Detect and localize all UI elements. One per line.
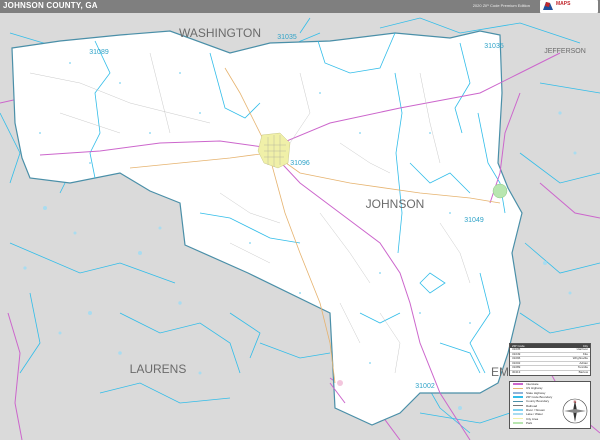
map-page: JOHNSON COUNTY, GA 2020 ZIP Code Premium… [0, 0, 600, 440]
county-label-laurens: LAURENS [130, 362, 187, 376]
legend-swatch [513, 391, 523, 394]
county-label-johnson: JOHNSON [366, 197, 425, 211]
zip-cell: 30413 [512, 369, 521, 374]
title-bar: JOHNSON COUNTY, GA 2020 ZIP Code Premium… [0, 0, 600, 13]
legend-swatch [513, 400, 523, 403]
zip-label: 31002 [415, 383, 435, 390]
kite-town-area [492, 183, 508, 199]
table-row: 30413 Bartow [510, 369, 590, 375]
legend-label: Park [526, 420, 533, 425]
legend-swatch [513, 417, 523, 420]
zip-label: 31035 [484, 43, 504, 50]
legend-swatch [513, 387, 523, 390]
legend-swatch [513, 404, 523, 407]
compass-rose-icon: N [562, 398, 588, 424]
legend-swatch [513, 383, 523, 385]
svg-text:N: N [574, 399, 577, 404]
publisher-logo: MAPS [540, 0, 598, 13]
zip-code-table: ZIP Code City 31035 Harrison 31049 Kite 31… [509, 343, 591, 376]
zip-label: 31096 [290, 160, 310, 167]
legend-swatch [513, 422, 523, 424]
legend-swatch [513, 409, 523, 411]
logo-map-icon [543, 2, 553, 10]
edition-label: 2020 ZIP Code Premium Edition [472, 3, 530, 8]
adrian-town-area [337, 380, 343, 386]
map-title: JOHNSON COUNTY, GA [3, 1, 98, 10]
logo-text: MAPS [556, 1, 571, 7]
county-label-jefferson: JEFFERSON [544, 48, 586, 55]
legend-swatch [513, 396, 523, 398]
county-label-washington: WASHINGTON [179, 26, 261, 40]
city-cell: Bartow [578, 369, 588, 374]
zip-label: 31035 [277, 34, 297, 41]
zip-label: 31089 [89, 49, 109, 56]
zip-label: 31049 [464, 217, 484, 224]
legend-swatch [513, 413, 523, 416]
